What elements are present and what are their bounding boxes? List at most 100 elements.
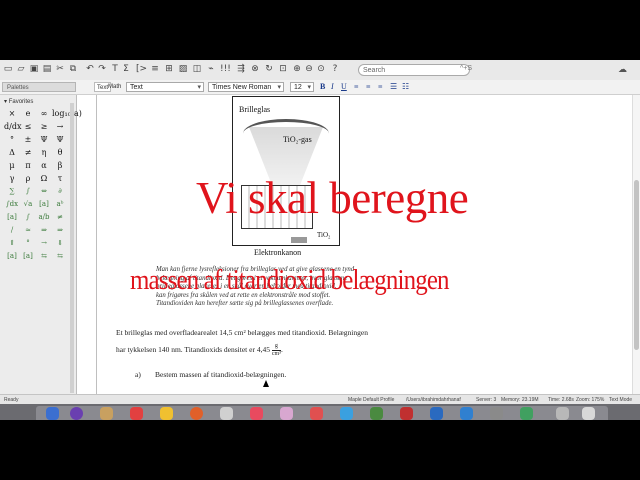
calendar-icon[interactable]	[130, 407, 143, 420]
palette-symbol[interactable]: /	[4, 224, 20, 237]
palette-symbol[interactable]: γ	[4, 172, 20, 185]
palette-symbol[interactable]: α	[36, 159, 52, 172]
appstore-icon[interactable]	[340, 407, 353, 420]
cut-icon[interactable]: ✂	[55, 64, 65, 74]
zoom-out-icon[interactable]: ⊖	[304, 64, 314, 74]
palette-symbol[interactable]: √a	[20, 198, 36, 211]
bold-button[interactable]: B	[320, 82, 325, 92]
palette-symbol[interactable]: ⇆	[52, 250, 68, 263]
section-icon[interactable]: ≡	[150, 64, 160, 74]
underline-button[interactable]: U	[341, 82, 347, 92]
palette-symbol[interactable]: [a]	[36, 198, 52, 211]
style-select[interactable]: Text	[126, 82, 204, 93]
table-icon[interactable]: ⊞	[164, 64, 174, 74]
help-icon[interactable]: ?	[330, 64, 340, 74]
palette-symbol[interactable]: e	[20, 107, 36, 120]
zoom-icon[interactable]: ⊙	[316, 64, 326, 74]
palette-symbol[interactable]: μ	[4, 159, 20, 172]
cloud-icon[interactable]: ☁	[618, 64, 627, 75]
size-select[interactable]: 12	[290, 82, 314, 93]
palette-symbol[interactable]: d/dx	[4, 120, 21, 133]
palette-symbol[interactable]: ∫	[20, 211, 36, 224]
palette-symbol[interactable]: Ω	[36, 172, 52, 185]
execute-all-icon[interactable]: ⇶	[236, 64, 246, 74]
redo-icon[interactable]: ↷	[97, 64, 107, 74]
palette-symbol[interactable]: ⇓	[52, 237, 68, 250]
new-document-icon[interactable]: ▭	[3, 64, 13, 74]
sidebar-scrollbar[interactable]	[70, 103, 74, 393]
document-scrollbar[interactable]	[632, 95, 640, 404]
palette-symbol[interactable]: aᵇ	[52, 198, 68, 211]
bullet-list-icon[interactable]: ☰	[390, 82, 397, 92]
palette-symbol[interactable]: π	[20, 159, 36, 172]
search-input[interactable]: Search	[358, 64, 470, 76]
italic-button[interactable]: I	[331, 82, 334, 92]
palette-symbol[interactable]: [a]	[20, 250, 36, 263]
palette-symbol[interactable]: η	[36, 146, 52, 159]
palette-symbol[interactable]: β	[52, 159, 68, 172]
launchpad-icon[interactable]	[100, 407, 113, 420]
save-icon[interactable]: ▣	[29, 64, 39, 74]
trash-icon[interactable]	[582, 407, 595, 420]
app-icon[interactable]	[310, 407, 323, 420]
zoom-in-icon[interactable]: ⊕	[292, 64, 302, 74]
finder-icon[interactable]	[46, 407, 59, 420]
palette-symbol[interactable]: ∫dx	[4, 198, 20, 211]
align-right-icon[interactable]: ≡	[378, 82, 383, 92]
palette-symbol[interactable]: ∞	[36, 107, 52, 120]
app-icon[interactable]	[370, 407, 383, 420]
restart-icon[interactable]: ↻	[264, 64, 274, 74]
open-icon[interactable]: ▱	[16, 64, 26, 74]
palette-symbol[interactable]: log₁₀(a)	[52, 107, 82, 120]
palette-symbol[interactable]: Ψ	[36, 133, 52, 146]
palettes-header[interactable]: Palettes	[2, 82, 76, 92]
palette-symbol[interactable]: τ	[52, 172, 68, 185]
align-left-icon[interactable]: ≡	[354, 82, 359, 92]
copy-icon[interactable]: ⧉	[68, 64, 78, 74]
palette-symbol[interactable]: ⇆	[36, 250, 52, 263]
palette-icon[interactable]: ◫	[192, 64, 202, 74]
font-select[interactable]: Times New Roman	[208, 82, 284, 93]
palette-symbol[interactable]: ±	[20, 133, 36, 146]
maple-icon[interactable]	[400, 407, 413, 420]
palette-symbol[interactable]: ⇒	[52, 224, 68, 237]
palette-symbol[interactable]: ≠	[20, 146, 36, 159]
text-icon[interactable]: T	[110, 64, 120, 74]
palette-symbol[interactable]: ×	[4, 107, 20, 120]
notes-icon[interactable]	[160, 407, 173, 420]
print-icon[interactable]: ▤	[42, 64, 52, 74]
link-icon[interactable]: ⌁	[206, 64, 216, 74]
palette-symbol[interactable]: ∂	[52, 185, 68, 198]
palette-symbol[interactable]: ⇔	[36, 185, 52, 198]
palette-symbol[interactable]: θ	[52, 146, 68, 159]
settings-icon[interactable]	[490, 407, 503, 420]
palette-symbol[interactable]: →	[52, 120, 68, 133]
execution-group-icon[interactable]: [>	[136, 64, 147, 74]
preview-icon[interactable]	[220, 407, 233, 420]
palette-symbol[interactable]: Ψ	[52, 133, 68, 146]
align-center-icon[interactable]: ≡	[366, 82, 371, 92]
palette-symbol[interactable]: ∫	[20, 185, 36, 198]
undo-icon[interactable]: ↶	[85, 64, 95, 74]
palette-symbol[interactable]: a/b	[36, 211, 52, 224]
palette-symbol[interactable]: ≠	[52, 211, 68, 224]
image-icon[interactable]: ▨	[178, 64, 188, 74]
word-icon[interactable]	[430, 407, 443, 420]
firefox-icon[interactable]	[190, 407, 203, 420]
math-prompt-icon[interactable]: Σ	[121, 64, 131, 74]
execute-icon[interactable]: !!!	[220, 64, 231, 74]
music-icon[interactable]	[250, 407, 263, 420]
palette-symbol[interactable]: →	[36, 237, 52, 250]
mail-icon[interactable]	[460, 407, 473, 420]
app-icon[interactable]	[520, 407, 533, 420]
palette-symbol[interactable]: ≤	[20, 120, 36, 133]
palette-symbol[interactable]: ∑	[4, 185, 20, 198]
palette-symbol[interactable]: ⇑	[4, 237, 20, 250]
palette-symbol[interactable]: °	[4, 133, 20, 146]
palette-symbol[interactable]: ≥	[36, 120, 52, 133]
math-mode-button[interactable]: Math	[106, 82, 123, 92]
photos-icon[interactable]	[280, 407, 293, 420]
palette-symbol[interactable]: ρ	[20, 172, 36, 185]
scrollbar-thumb[interactable]	[634, 180, 639, 350]
siri-icon[interactable]	[70, 407, 83, 420]
